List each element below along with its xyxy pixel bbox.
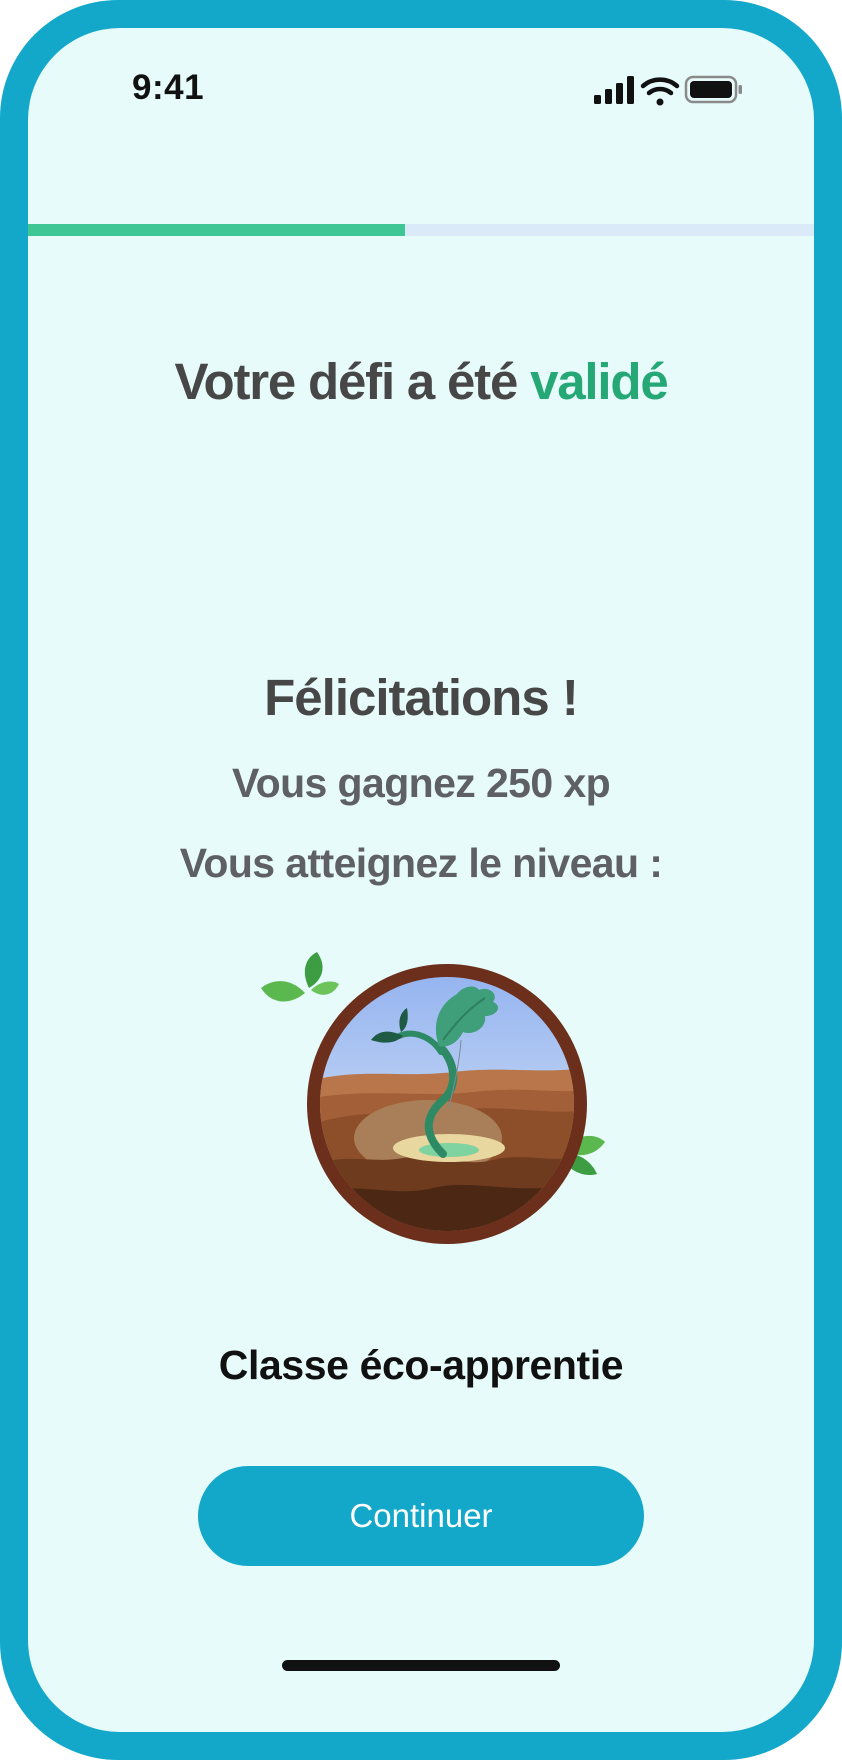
- page-title-prefix: Votre défi a été: [174, 353, 531, 410]
- page-title-highlight: validé: [530, 353, 669, 410]
- level-badge-illustration: [253, 928, 633, 1288]
- home-indicator: [282, 1660, 560, 1671]
- continue-button[interactable]: Continuer: [198, 1466, 644, 1566]
- level-intro-text: Vous atteignez le niveau :: [179, 840, 663, 886]
- status-icons-svg: [594, 75, 742, 106]
- xp-gained-text: Vous gagnez 250 xp: [231, 760, 611, 806]
- sprout-badge-icon: [261, 952, 605, 1244]
- congrats-heading: Félicitations !: [264, 669, 579, 726]
- battery-icon: [684, 75, 742, 104]
- status-time: 9:41: [132, 68, 205, 107]
- leaf-decoration-left: [261, 952, 339, 1002]
- wifi-icon: [640, 77, 680, 106]
- cellular-signal-icon: [594, 76, 634, 104]
- progress-bar: [28, 224, 814, 236]
- screen: 9:41 Votre défi a été validé Félicitatio…: [28, 28, 814, 1732]
- level-name: Classe éco-apprentie: [218, 1342, 624, 1388]
- status-icons: [592, 73, 752, 109]
- progress-bar-fill: [28, 224, 406, 236]
- page-title: Votre défi a été validé: [28, 352, 814, 411]
- phone-frame: 9:41 Votre défi a été validé Félicitatio…: [0, 0, 842, 1760]
